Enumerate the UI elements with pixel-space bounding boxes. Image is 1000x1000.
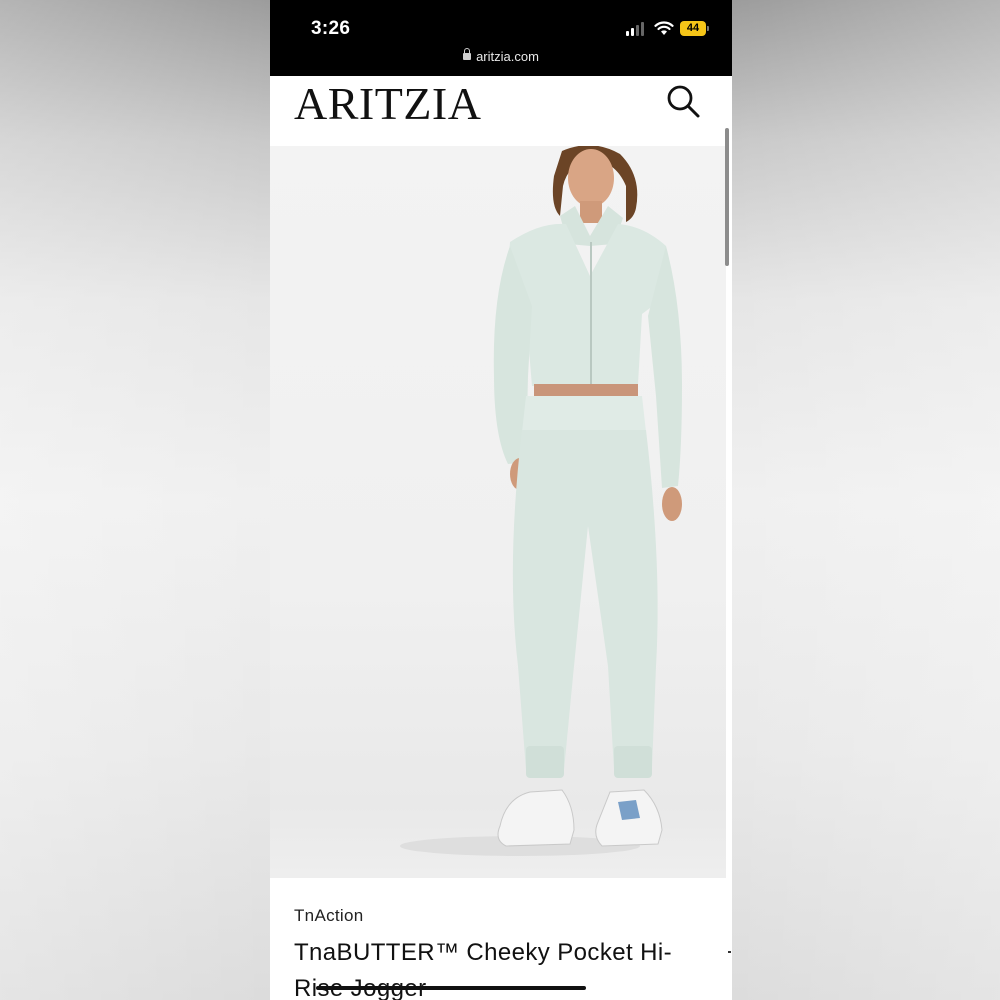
url-text: aritzia.com: [476, 49, 539, 64]
product-info: TnAction TnaBUTTER™ Cheeky Pocket Hi-Ris…: [270, 878, 732, 1000]
status-bar: 3:26 44 aritzia.com: [270, 0, 732, 76]
search-icon[interactable]: [664, 82, 702, 120]
status-time: 3:26: [311, 18, 351, 39]
model-photo: [400, 146, 682, 856]
wifi-icon: [654, 21, 674, 35]
scrollbar[interactable]: [725, 128, 729, 266]
product-title[interactable]: TnaBUTTER™ Cheeky Pocket Hi-Rise Jogger: [294, 935, 694, 1000]
product-brand[interactable]: TnAction: [294, 906, 364, 926]
strike-line: [316, 986, 586, 990]
product-image[interactable]: [270, 146, 726, 878]
site-header: ARITZIA: [270, 76, 732, 146]
brand-logo[interactable]: ARITZIA: [294, 78, 481, 130]
edge-mark: [728, 951, 731, 953]
battery-icon: 44: [680, 21, 709, 36]
url-bar[interactable]: aritzia.com: [270, 48, 732, 64]
phone-screen: 3:26 44 aritzia.com ARITZIA TnAction Tna…: [270, 0, 732, 1000]
background-left: [0, 0, 270, 1000]
signal-icon: [626, 22, 646, 36]
lock-icon: [463, 48, 472, 60]
background-right: [732, 0, 1000, 1000]
